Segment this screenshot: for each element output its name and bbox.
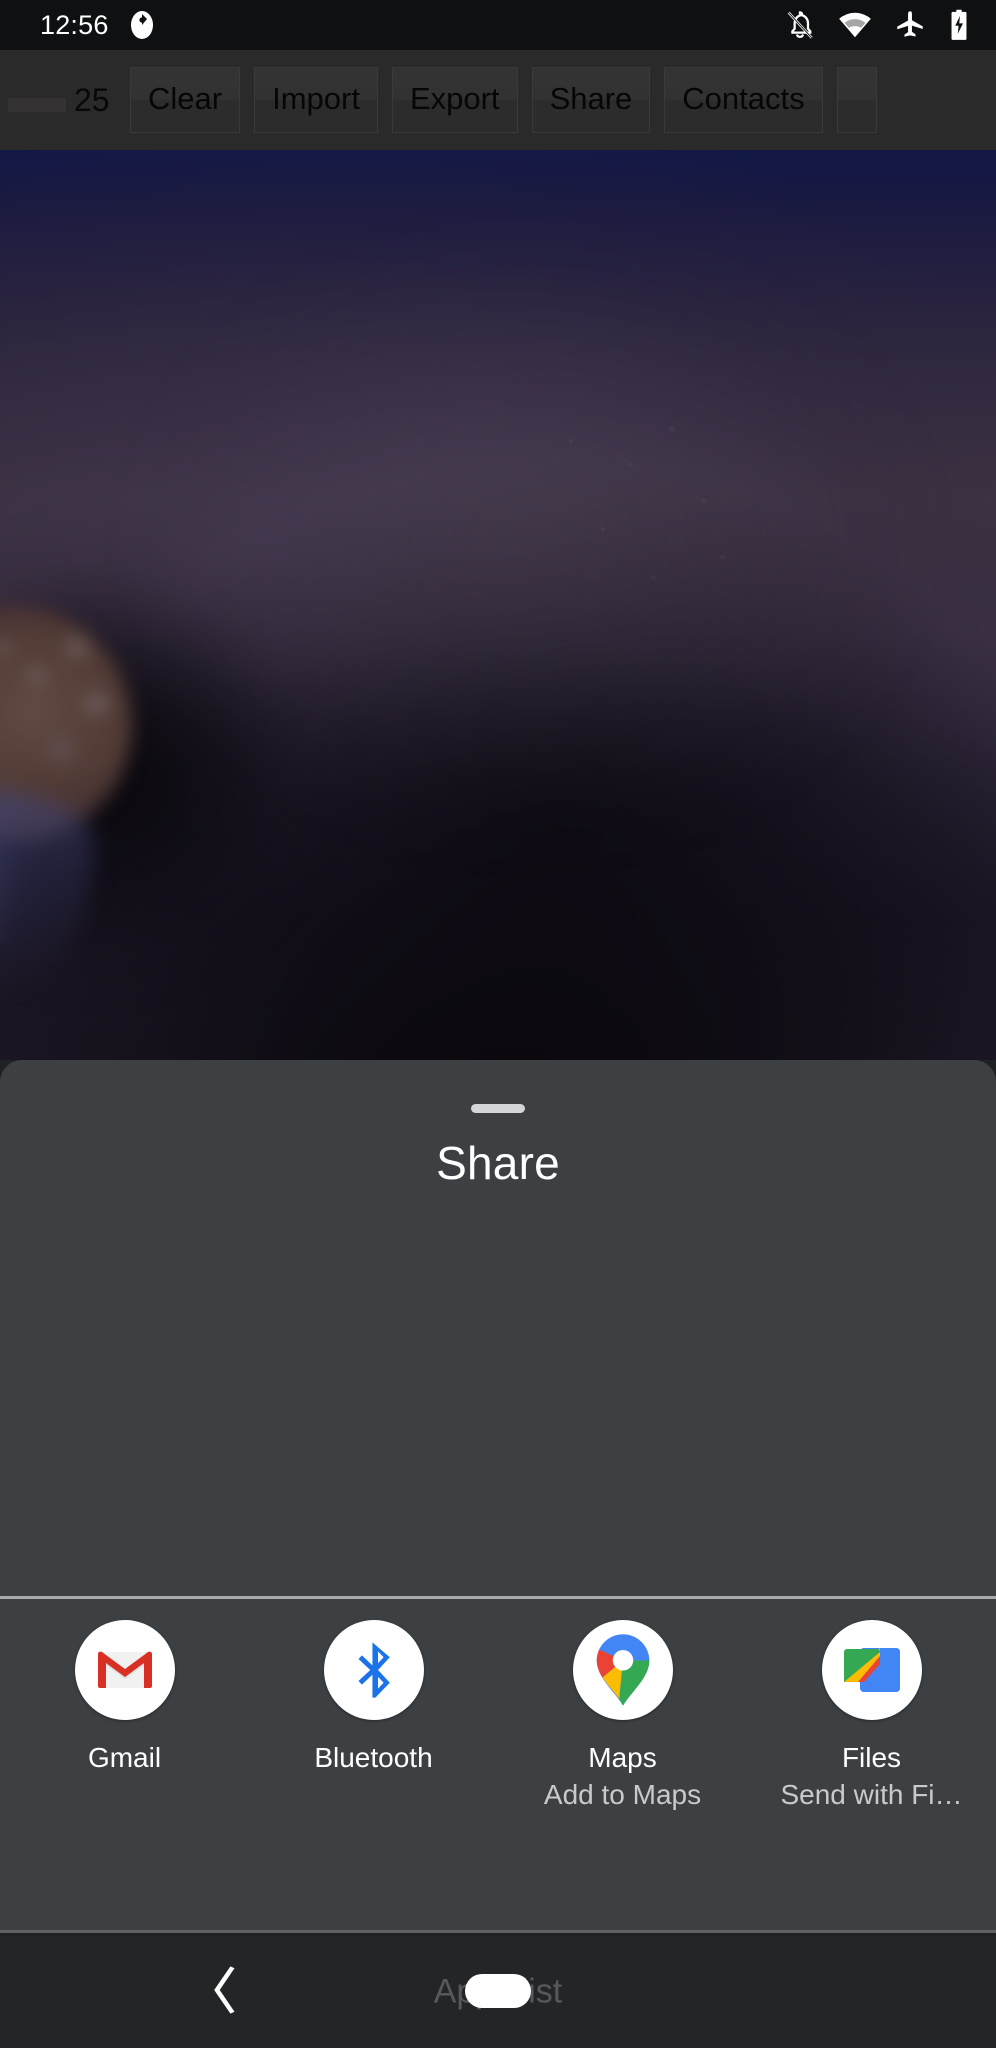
status-bar-clock: 12:56 [40, 9, 109, 40]
status-bar-left: 12:56 [40, 10, 155, 41]
back-button[interactable] [196, 1962, 256, 2022]
sheet-divider [0, 1596, 996, 1599]
files-by-google-icon [821, 1620, 922, 1720]
sheet-bottom-divider [0, 1930, 996, 1933]
share-bottom-sheet: Share No recommended people to share wit… [0, 1060, 996, 1933]
android-screen: 25 Clear Import Export Share Contacts 12… [0, 0, 996, 2048]
app-notification-icon [129, 10, 155, 40]
share-target-app-row: Gmail Bluetooth Maps Add to Maps Files S… [0, 1620, 996, 1811]
share-target-maps[interactable]: Maps Add to Maps [498, 1620, 747, 1811]
home-pill-button[interactable] [465, 1974, 531, 2008]
wifi-icon [838, 10, 872, 40]
dialog-scrim-toolbar[interactable] [0, 50, 996, 150]
share-target-gmail[interactable]: Gmail [0, 1620, 249, 1811]
status-bar: 12:56 [0, 0, 996, 50]
sheet-drag-handle[interactable] [471, 1104, 525, 1113]
app-sublabel: Send with Fi… [780, 1779, 963, 1810]
notifications-silenced-icon [784, 9, 816, 41]
app-label: Maps [588, 1742, 657, 1773]
status-bar-right [784, 9, 970, 41]
system-navigation-bar: Apps list [0, 1936, 996, 2048]
app-label: Files [841, 1742, 902, 1773]
bluetooth-icon [323, 1620, 424, 1720]
share-sheet-title: Share [436, 1137, 560, 1189]
share-target-bluetooth[interactable]: Bluetooth [249, 1620, 498, 1811]
app-sublabel: Add to Maps [543, 1779, 702, 1810]
airplane-mode-icon [894, 9, 926, 41]
battery-charging-icon [948, 9, 970, 41]
app-label: Gmail [87, 1742, 162, 1773]
back-chevron-icon [211, 1965, 241, 2019]
share-target-files[interactable]: Files Send with Fi… [747, 1620, 996, 1811]
google-maps-icon [572, 1620, 673, 1720]
app-label: Bluetooth [314, 1742, 433, 1773]
gmail-icon [74, 1620, 175, 1720]
dialog-scrim[interactable] [0, 50, 996, 1060]
